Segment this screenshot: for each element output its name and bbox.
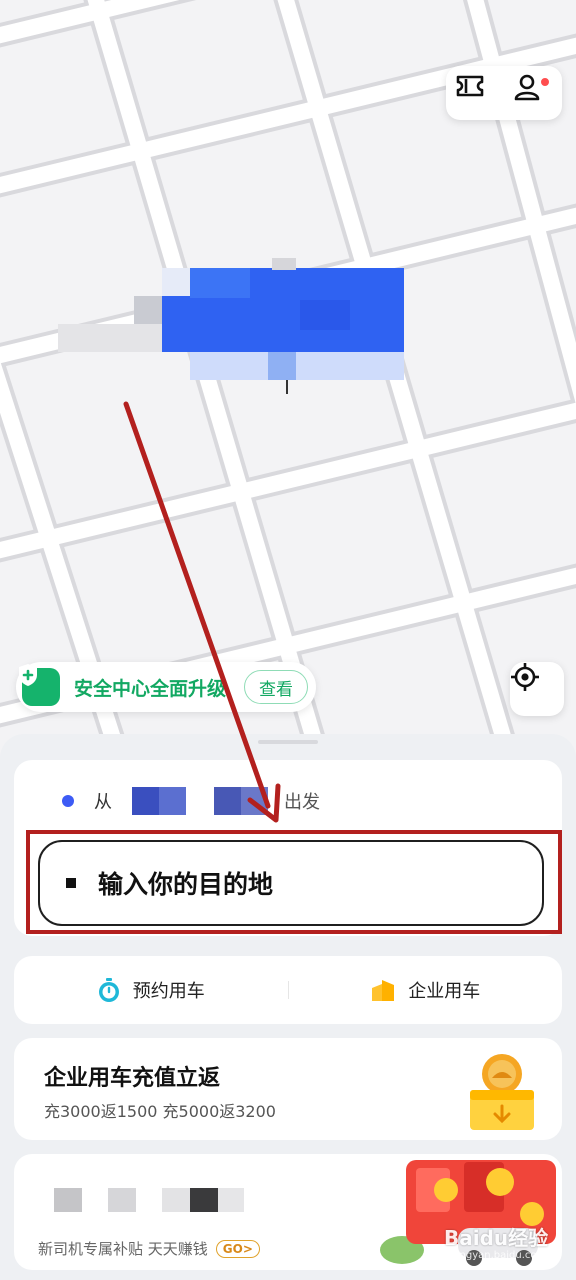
enterprise-ride-button[interactable]: 企业用车 bbox=[289, 977, 563, 1003]
safety-banner[interactable]: 安全中心全面升级 查看 bbox=[16, 662, 316, 712]
driver-promo-text: 新司机专属补贴 天天赚钱 bbox=[38, 1240, 208, 1258]
building-icon bbox=[370, 978, 396, 1002]
promo-subtitle: 充3000返1500 充5000返3200 bbox=[44, 1102, 276, 1121]
reserve-ride-label: 预约用车 bbox=[132, 981, 205, 1002]
ticket-button[interactable] bbox=[455, 73, 495, 113]
watermark-brand: Baidu经验 bbox=[444, 1226, 549, 1250]
pickup-location-blurred bbox=[132, 787, 186, 815]
ticket-icon bbox=[456, 75, 484, 97]
shield-icon bbox=[19, 664, 60, 706]
promo-title: 企业用车充值立返 bbox=[44, 1066, 221, 1091]
safety-view-button[interactable]: 查看 bbox=[244, 670, 309, 704]
notification-dot bbox=[540, 77, 550, 87]
route-card: 从 出发 输入你的目的地 bbox=[14, 760, 562, 936]
service-card: 预约用车 企业用车 bbox=[14, 956, 562, 1024]
map-view[interactable]: 安全中心全面升级 查看 bbox=[0, 0, 576, 760]
gift-box-icon bbox=[470, 1054, 534, 1130]
crosshair-icon bbox=[511, 663, 539, 691]
destination-input[interactable]: 输入你的目的地 bbox=[38, 840, 544, 926]
destination-placeholder: 输入你的目的地 bbox=[98, 870, 274, 899]
destination-highlight-annotation: 输入你的目的地 bbox=[26, 830, 562, 934]
destination-marker-icon bbox=[66, 878, 76, 888]
pickup-prefix: 从 bbox=[94, 792, 112, 813]
enterprise-promo-card[interactable]: 企业用车充值立返 充3000返1500 充5000返3200 bbox=[14, 1038, 562, 1140]
pickup-dot-icon bbox=[62, 795, 74, 807]
driver-promo-subtitle: 新司机专属补贴 天天赚钱 GO> bbox=[38, 1238, 260, 1259]
stopwatch-icon bbox=[97, 977, 121, 1003]
enterprise-ride-label: 企业用车 bbox=[408, 981, 481, 1002]
driver-promo-card[interactable]: 新司机专属补贴 天天赚钱 GO> Baidu经验 jingyan.baidu.c… bbox=[14, 1154, 562, 1270]
go-badge[interactable]: GO> bbox=[215, 1239, 260, 1258]
top-action-group bbox=[446, 66, 562, 120]
locate-button[interactable] bbox=[510, 662, 564, 716]
pickup-suffix: 出发 bbox=[284, 792, 320, 813]
profile-button[interactable] bbox=[513, 73, 553, 113]
reserve-ride-button[interactable]: 预约用车 bbox=[14, 977, 288, 1003]
drag-handle[interactable] bbox=[258, 740, 318, 744]
bottom-sheet: 从 出发 输入你的目的地 预约用车 企业用车 企业用车充值立返 充3000返15… bbox=[0, 734, 576, 1280]
pickup-location-blurred-2 bbox=[214, 787, 268, 815]
pickup-row[interactable]: 从 出发 bbox=[62, 786, 320, 816]
safety-banner-text: 安全中心全面升级 bbox=[74, 677, 227, 700]
user-icon bbox=[514, 74, 540, 101]
watermark-url: jingyan.baidu.com bbox=[454, 1250, 547, 1261]
